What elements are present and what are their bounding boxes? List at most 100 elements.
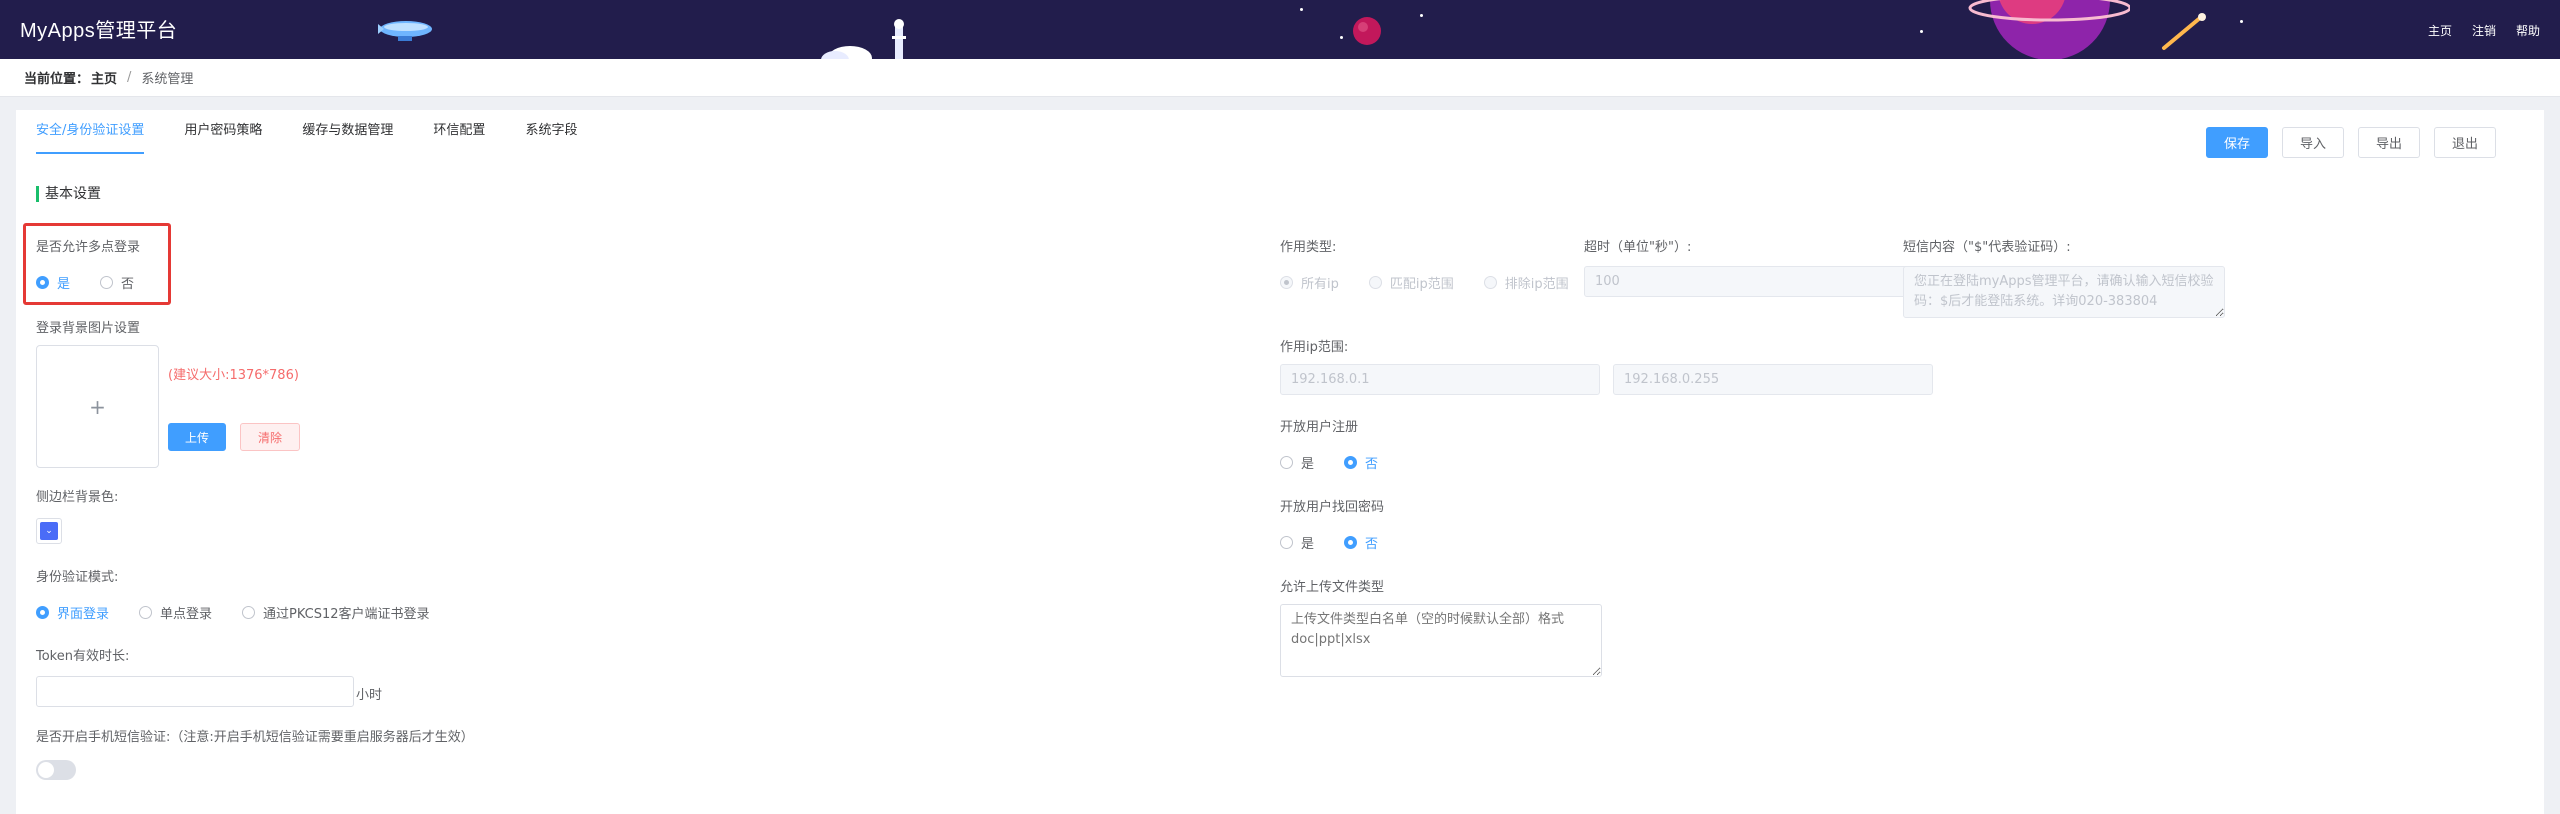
radio-label: 是 [1301,537,1315,552]
radio-label: 否 [1365,537,1379,552]
breadcrumb-separator: / [127,70,132,85]
ip-range-label: 作用ip范围: [1280,340,1349,355]
small-planet-icon [1353,17,1381,45]
star-icon [1340,36,1343,39]
open-recover-label: 开放用户找回密码 [1280,500,1385,515]
open-register-radio-group: 是 否 [1280,453,1378,472]
radio-label: 界面登录 [57,607,110,622]
scope-type-label: 作用类型: [1280,240,1337,255]
home-link[interactable]: 主页 [2428,22,2452,39]
tab-security[interactable]: 安全/身份验证设置 [36,110,145,156]
radio-dot-icon [1280,456,1293,469]
sms-verify-label: 是否开启手机短信验证:（注意:开启手机短信验证需要重启服务器后才生效） [36,730,474,745]
tab-password-policy[interactable]: 用户密码策略 [184,110,262,156]
radio-dot-icon [139,606,153,619]
plus-icon: + [89,394,106,419]
open-recover-yes-radio[interactable]: 是 [1280,533,1314,552]
radio-dot-icon [36,606,49,619]
radio-label: 否 [1365,457,1379,472]
open-register-label: 开放用户注册 [1280,420,1359,435]
exit-button[interactable]: 退出 [2434,127,2496,158]
top-links: 主页 注销 帮助 [2428,22,2540,39]
tab-cache-data[interactable]: 缓存与数据管理 [302,110,393,156]
open-recover-no-radio[interactable]: 否 [1344,533,1378,552]
airship-illustration [378,21,432,41]
section-title: 基本设置 [36,186,101,202]
tab-easemob[interactable]: 环信配置 [433,110,485,156]
settings-card: 安全/身份验证设置 用户密码策略 缓存与数据管理 环信配置 系统字段 保存 导入… [16,110,2544,814]
radio-label: 否 [121,277,135,292]
breadcrumb-current: 系统管理 [141,72,194,87]
radio-label: 是 [57,277,71,292]
import-button[interactable]: 导入 [2282,127,2344,158]
auth-mode-pkcs12-radio[interactable]: 通过PKCS12客户端证书登录 [242,603,430,622]
open-register-yes-radio[interactable]: 是 [1280,453,1314,472]
sms-content-label: 短信内容（"$"代表验证码）: [1903,240,2071,255]
settings-tabs: 安全/身份验证设置 用户密码策略 缓存与数据管理 环信配置 系统字段 [36,110,577,156]
radio-dot-icon [1344,456,1358,469]
upload-types-label: 允许上传文件类型 [1280,580,1385,595]
open-recover-radio-group: 是 否 [1280,533,1378,552]
auth-mode-radio-group: 界面登录 单点登录 通过PKCS12客户端证书登录 [36,603,430,622]
radio-dot-icon [242,606,256,619]
large-planet-icon [1968,0,2130,59]
logout-link[interactable]: 注销 [2472,22,2496,39]
token-label: Token有效时长: [36,649,130,664]
token-unit: 小时 [356,688,383,703]
star-icon [1920,30,1923,33]
top-header: MyApps管理平台 主页 注销 帮助 [0,0,2560,59]
radio-label: 通过PKCS12客户端证书登录 [263,607,430,622]
upload-button[interactable]: 上传 [168,423,226,451]
auth-mode-sso-radio[interactable]: 单点登录 [139,603,212,622]
breadcrumb-home[interactable]: 主页 [91,68,117,87]
login-bg-label: 登录背景图片设置 [36,321,141,336]
sidebar-color-label: 侧边栏背景色: [36,490,119,505]
radio-dot-icon [36,276,49,289]
tower-illustration [821,19,906,59]
save-button[interactable]: 保存 [2206,127,2268,158]
multi-login-yes-radio[interactable]: 是 [36,273,70,292]
auth-mode-ui-login-radio[interactable]: 界面登录 [36,603,109,622]
multi-login-radio-group: 是 否 [36,273,134,292]
multi-login-no-radio[interactable]: 否 [100,273,134,292]
switch-knob [38,762,54,778]
timeout-input[interactable] [1584,266,1920,297]
app-title: MyApps管理平台 [20,20,178,42]
token-input[interactable] [36,676,354,707]
open-register-no-radio[interactable]: 否 [1344,453,1378,472]
help-link[interactable]: 帮助 [2516,22,2540,39]
radio-label: 排除ip范围 [1504,277,1569,292]
radio-dot-icon [1280,536,1293,549]
ip-range-start-input[interactable] [1280,364,1600,395]
star-icon [1300,8,1303,11]
scope-all-ip-radio[interactable]: 所有ip [1280,273,1339,292]
clear-button[interactable]: 清除 [240,423,300,451]
radio-label: 是 [1301,457,1315,472]
breadcrumb: 当前位置： 主页 / 系统管理 [0,59,2560,97]
timeout-label: 超时（单位"秒"）: [1584,240,1692,255]
star-icon [2240,20,2243,23]
multi-login-label: 是否允许多点登录 [36,240,141,255]
sms-content-textarea[interactable]: 您正在登陆myApps管理平台，请确认输入短信校验码：$后才能登陆系统。详询02… [1903,266,2225,318]
scope-exclude-ip-radio[interactable]: 排除ip范围 [1483,273,1569,292]
radio-label: 所有ip [1301,277,1339,292]
ip-range-end-input[interactable] [1613,364,1933,395]
size-hint: (建议大小:1376*786) [168,368,299,383]
export-button[interactable]: 导出 [2358,127,2420,158]
radio-label: 匹配ip范围 [1389,277,1454,292]
upload-types-textarea[interactable] [1280,604,1602,677]
radio-dot-icon [1368,276,1382,289]
comet-icon [2162,13,2206,50]
sms-verify-switch[interactable] [36,760,76,780]
color-picker[interactable]: ⌄ [36,518,62,544]
tab-system-fields[interactable]: 系统字段 [525,110,577,156]
radio-dot-icon [1344,536,1358,549]
radio-dot-icon [1483,276,1497,289]
auth-mode-label: 身份验证模式: [36,570,119,585]
chevron-down-icon: ⌄ [40,522,58,540]
radio-dot-icon [100,276,114,289]
upload-image-box[interactable]: + [36,345,159,468]
radio-dot-icon [1280,276,1293,289]
scope-match-ip-radio[interactable]: 匹配ip范围 [1368,273,1454,292]
star-icon [1420,14,1423,17]
